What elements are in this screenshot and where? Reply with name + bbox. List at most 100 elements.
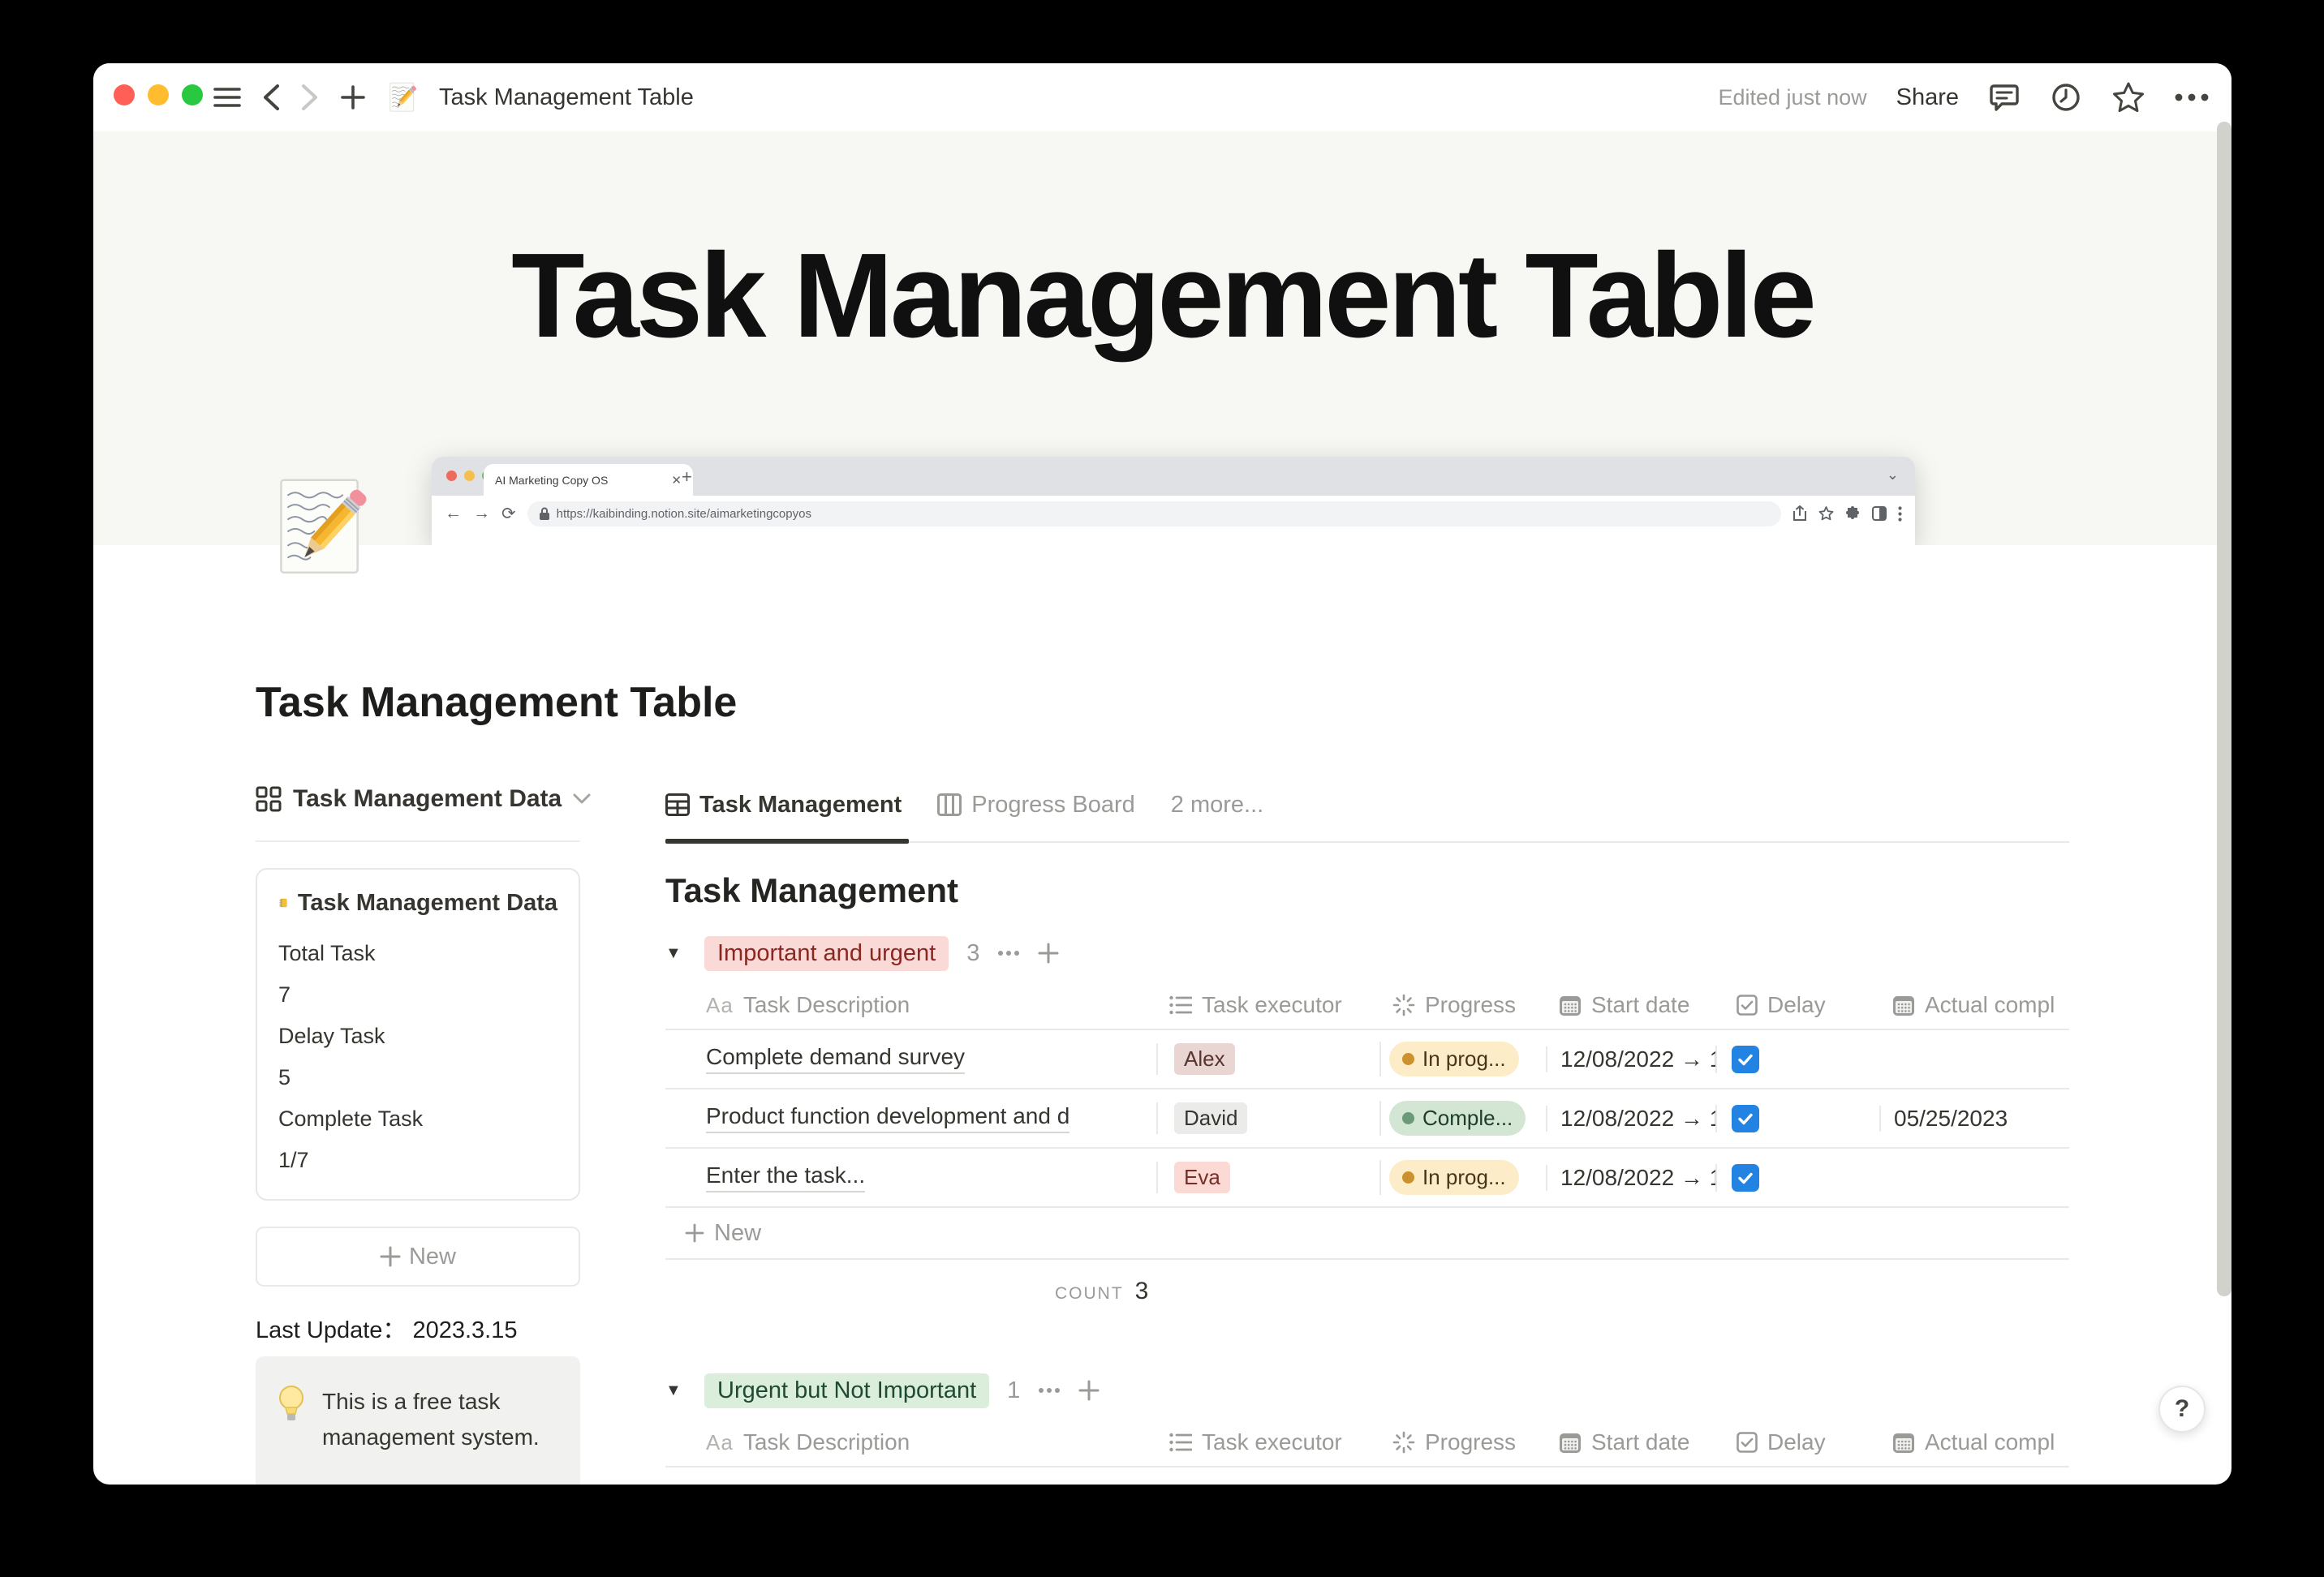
column-header-task-description[interactable]: AaTask Description — [665, 992, 1156, 1018]
column-header-label: Task executor — [1202, 992, 1342, 1018]
minimize-window-button[interactable] — [148, 84, 169, 105]
calendar-icon — [1892, 994, 1915, 1016]
card-stat-value: 1/7 — [278, 1140, 557, 1181]
start-date-value[interactable]: 12/08/2022 → 12 — [1560, 1046, 1715, 1072]
progress-pill[interactable]: In prog... — [1389, 1160, 1519, 1195]
history-icon[interactable] — [2050, 81, 2082, 114]
table-row[interactable]: Product function development and d David… — [665, 1089, 2069, 1149]
progress-pill[interactable]: In prog... — [1389, 1042, 1519, 1076]
back-icon[interactable] — [262, 84, 280, 111]
task-title[interactable]: Complete demand survey — [706, 1044, 965, 1074]
count-value: 3 — [1135, 1278, 1149, 1305]
tab-label: 2 more... — [1171, 792, 1263, 819]
task-title[interactable]: Product function development and d — [706, 1103, 1069, 1133]
active-tab-underline — [665, 839, 909, 844]
sidebar-toggle-icon[interactable] — [213, 87, 241, 108]
column-header-task-executor[interactable]: Task executor — [1156, 1429, 1379, 1455]
titlebar: Task Management Table Edited just now Sh… — [93, 63, 2231, 131]
browser-tab-close-icon: ✕ — [671, 473, 682, 488]
executor-tag[interactable]: Eva — [1174, 1162, 1230, 1193]
edited-status: Edited just now — [1719, 85, 1867, 110]
executor-tag[interactable]: David — [1174, 1102, 1247, 1134]
column-header-start-date[interactable]: Start date — [1546, 992, 1715, 1018]
group-count: 3 — [966, 940, 979, 967]
column-header-progress[interactable]: Progress — [1379, 1429, 1546, 1455]
task-title[interactable]: Enter the task... — [706, 1162, 865, 1192]
start-date-value[interactable]: 12/08/2022 → 12 — [1560, 1106, 1715, 1132]
group-count: 1 — [1007, 1377, 1020, 1404]
progress-label: Comple... — [1422, 1106, 1513, 1131]
column-header-progress[interactable]: Progress — [1379, 992, 1546, 1018]
page-memo-icon[interactable] — [268, 477, 375, 578]
vertical-scrollbar[interactable] — [2217, 122, 2231, 1296]
group-more-icon[interactable] — [1038, 1387, 1061, 1394]
tab-2-more-[interactable]: 2 more... — [1171, 792, 1263, 819]
group-add-icon[interactable] — [1038, 943, 1059, 964]
column-header-actual-compl[interactable]: Actual compl — [1879, 1429, 2069, 1455]
status-dot-icon — [1402, 1171, 1414, 1184]
forward-icon[interactable] — [301, 84, 319, 111]
group-add-icon[interactable] — [1078, 1380, 1100, 1401]
tab-progress-board[interactable]: Progress Board — [937, 792, 1135, 819]
callout-text: This is a free task management system. — [322, 1384, 557, 1485]
column-header-label: Progress — [1425, 992, 1516, 1018]
favorite-star-icon[interactable] — [2111, 81, 2145, 114]
last-update-label: Last Update： — [256, 1317, 406, 1343]
tab-task-management[interactable]: Task Management — [665, 792, 902, 819]
zoom-window-button[interactable] — [182, 84, 203, 105]
executor-tag[interactable]: Alex — [1174, 1043, 1235, 1075]
progress-pill[interactable]: Comple... — [1389, 1101, 1526, 1136]
group-badge[interactable]: Urgent but Not Important — [704, 1373, 989, 1408]
last-update: Last Update： 2023.3.15 — [256, 1311, 517, 1345]
actual-date-value[interactable]: 05/25/2023 — [1894, 1106, 2008, 1132]
text-icon: Aa — [706, 993, 734, 1018]
column-header-label: Progress — [1425, 1429, 1516, 1455]
column-header-label: Actual compl — [1925, 1429, 2055, 1455]
comments-icon[interactable] — [1988, 81, 2021, 114]
column-header-delay[interactable]: Delay — [1715, 992, 1879, 1018]
column-header-task-description[interactable]: AaTask Description — [665, 1429, 1156, 1455]
view-tabs: Task Management Progress Board 2 more... — [665, 784, 1263, 826]
column-header-label: Task executor — [1202, 1429, 1342, 1455]
group-more-icon[interactable] — [997, 950, 1020, 956]
column-header-label: Delay — [1767, 992, 1826, 1018]
delay-checkbox[interactable] — [1732, 1164, 1759, 1192]
progress-icon — [1392, 994, 1415, 1016]
sidebar-new-label: New — [409, 1244, 456, 1270]
browser-forward-icon: → — [473, 504, 490, 523]
close-window-button[interactable] — [114, 84, 135, 105]
add-row-label: New — [714, 1220, 761, 1247]
table-row[interactable]: Enter the task... Eva In prog... 12/08/2… — [665, 1149, 2069, 1208]
delay-checkbox[interactable] — [1732, 1046, 1759, 1073]
status-dot-icon — [1402, 1053, 1414, 1065]
summary-card-title: Task Management Data — [298, 890, 557, 917]
table-row[interactable]: Complete demand survey Alex In prog... 1… — [665, 1030, 2069, 1089]
sidebar-new-button[interactable]: New — [256, 1227, 580, 1287]
check-icon — [1736, 1050, 1755, 1069]
database-select[interactable]: Task Management Data — [256, 785, 591, 813]
column-header-actual-compl[interactable]: Actual compl — [1879, 992, 2069, 1018]
new-page-icon[interactable] — [340, 84, 366, 110]
browser-tab-bar: AI Marketing Copy OS ✕ + ⌄ — [432, 457, 1915, 496]
summary-card-stats: Total Task 7Delay Task 5Complete Task 1/… — [278, 933, 557, 1181]
ledger-icon — [278, 889, 288, 917]
collapse-triangle-icon[interactable]: ▼ — [665, 1381, 686, 1400]
progress-label: In prog... — [1422, 1165, 1506, 1190]
share-button[interactable]: Share — [1896, 84, 1959, 111]
add-row-button[interactable]: New — [665, 1208, 2069, 1260]
column-header-start-date[interactable]: Start date — [1546, 1429, 1715, 1455]
start-date-value[interactable]: 12/08/2022 → 12 — [1560, 1165, 1715, 1191]
help-button[interactable]: ? — [2158, 1386, 2206, 1433]
browser-new-tab-icon: + — [682, 466, 692, 488]
group-badge[interactable]: Important and urgent — [704, 936, 949, 971]
browser-tab: AI Marketing Copy OS ✕ — [484, 464, 693, 496]
column-header-delay[interactable]: Delay — [1715, 1429, 1879, 1455]
collapse-triangle-icon[interactable]: ▼ — [665, 944, 686, 963]
summary-card[interactable]: Task Management Data Total Task 7Delay T… — [256, 868, 580, 1201]
delay-checkbox[interactable] — [1732, 1105, 1759, 1132]
browser-back-icon: ← — [445, 504, 462, 523]
column-header-task-executor[interactable]: Task executor — [1156, 992, 1379, 1018]
table-group: ▼ Urgent but Not Important 1 AaTask Desc… — [665, 1370, 2069, 1485]
browser-url-bar: https://kaibinding.notion.site/aimarketi… — [527, 501, 1781, 526]
more-options-icon[interactable] — [2175, 93, 2209, 101]
